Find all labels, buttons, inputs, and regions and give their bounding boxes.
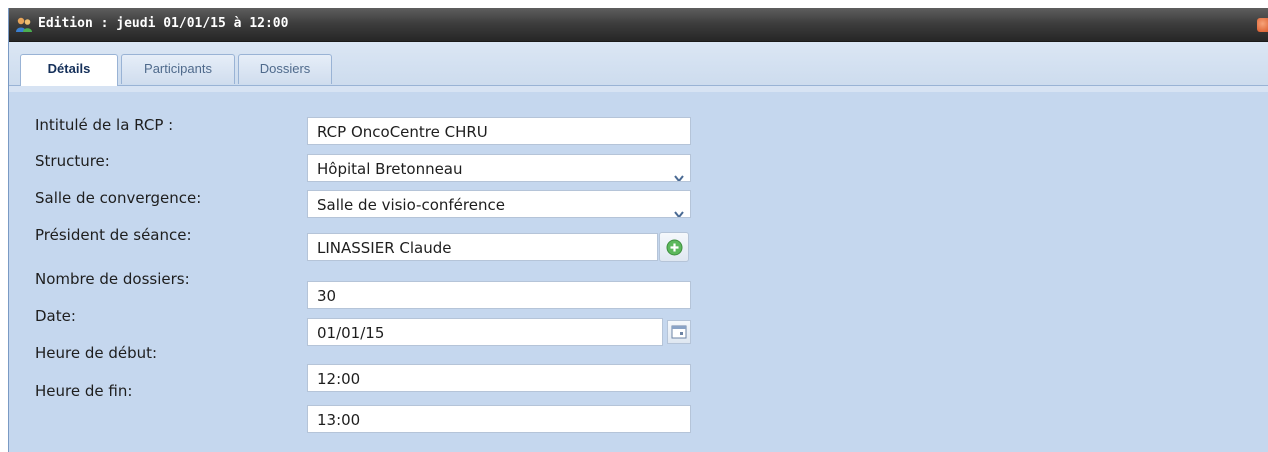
date-field[interactable]: 01/01/15 (307, 318, 663, 346)
tab-strip: Détails Participants Dossiers (9, 42, 1268, 86)
salle-label: Salle de convergence: (35, 189, 202, 207)
structure-label: Structure: (35, 152, 110, 170)
structure-combo[interactable]: Hôpital Bretonneau (307, 154, 691, 182)
details-form: Intitulé de la RCP : RCP OncoCentre CHRU… (9, 86, 1268, 452)
intitule-label: Intitulé de la RCP : (35, 116, 174, 134)
nombre-value: 30 (317, 287, 337, 305)
intitule-field[interactable]: RCP OncoCentre CHRU (307, 117, 691, 145)
tab-dossiers[interactable]: Dossiers (238, 54, 332, 84)
heure-fin-value: 13:00 (317, 411, 361, 429)
salle-combo[interactable]: Salle de visio-conférence (307, 190, 691, 218)
window-titlebar[interactable]: Edition : jeudi 01/01/15 à 12:00 (9, 8, 1268, 42)
tab-details[interactable]: Détails (20, 54, 118, 86)
tab-participants[interactable]: Participants (121, 54, 235, 84)
heure-fin-label: Heure de fin: (35, 382, 133, 400)
add-president-button[interactable] (659, 232, 689, 262)
structure-value: Hôpital Bretonneau (317, 160, 463, 178)
president-label: Président de séance: (35, 226, 192, 244)
close-icon[interactable] (1257, 18, 1268, 32)
heure-fin-field[interactable]: 13:00 (307, 405, 691, 433)
heure-debut-label: Heure de début: (35, 344, 158, 362)
heure-debut-field[interactable]: 12:00 (307, 364, 691, 392)
salle-value: Salle de visio-conférence (317, 196, 505, 214)
date-value: 01/01/15 (317, 324, 385, 342)
heure-debut-value: 12:00 (317, 370, 361, 388)
chevron-down-icon[interactable] (674, 164, 684, 181)
users-icon (15, 16, 33, 33)
add-icon (666, 239, 683, 260)
nombre-field[interactable]: 30 (307, 281, 691, 309)
date-label: Date: (35, 307, 76, 325)
nombre-label: Nombre de dossiers: (35, 270, 190, 288)
window-title: Edition : jeudi 01/01/15 à 12:00 (38, 16, 289, 31)
president-field[interactable]: LINASSIER Claude (307, 233, 658, 261)
chevron-down-icon[interactable] (674, 200, 684, 217)
president-value: LINASSIER Claude (317, 239, 452, 257)
intitule-value: RCP OncoCentre CHRU (317, 123, 488, 141)
calendar-icon[interactable] (667, 320, 691, 344)
edit-window: Edition : jeudi 01/01/15 à 12:00 Détails… (8, 8, 1268, 452)
